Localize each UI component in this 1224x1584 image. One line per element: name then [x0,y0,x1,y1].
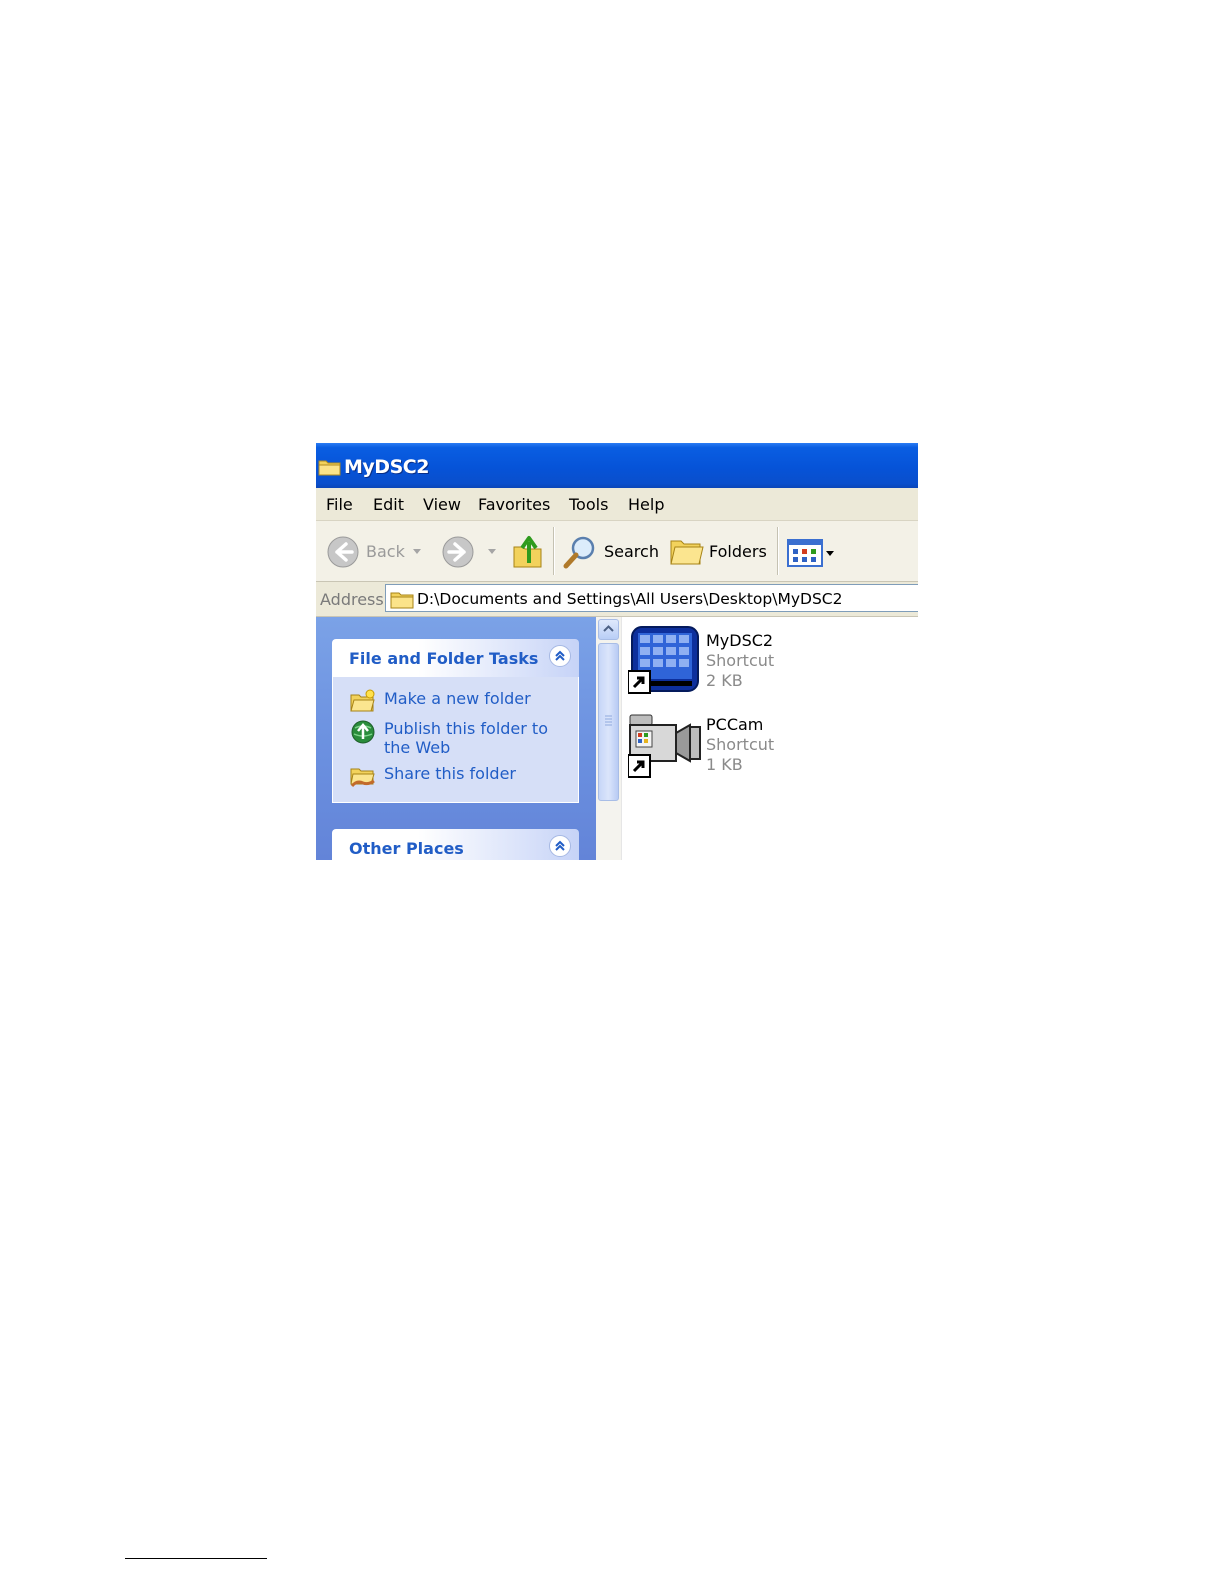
search-label[interactable]: Search [604,542,659,561]
back-dropdown-icon[interactable] [413,549,421,555]
file-size: 2 KB [706,671,743,690]
address-folder-icon [390,590,414,613]
other-places-title: Other Places [349,839,464,858]
folder-icon [318,457,342,481]
footnote-divider [125,1558,267,1559]
menu-view[interactable]: View [423,495,461,514]
forward-button[interactable] [441,535,475,573]
views-grid-icon [787,539,834,567]
scroll-up-button[interactable] [598,619,619,640]
address-input[interactable]: D:\Documents and Settings\All Users\Desk… [385,584,918,612]
file-item-mydsc2[interactable]: MyDSC2 Shortcut 2 KB [627,625,908,699]
vertical-scrollbar[interactable] [596,617,621,860]
task-label: Share this folder [384,764,516,783]
up-folder-icon [513,536,542,568]
folders-icon [670,540,704,565]
file-folder-tasks-header[interactable]: File and Folder Tasks [332,639,579,677]
collapse-chevron-icon[interactable] [549,835,571,857]
search-button[interactable] [562,534,598,574]
window-title: MyDSC2 [344,456,429,478]
forward-arrow-icon [442,536,474,568]
file-type: Shortcut [706,735,775,754]
address-value: D:\Documents and Settings\All Users\Desk… [417,590,843,608]
address-bar: Address D:\Documents and Settings\All Us… [316,582,918,617]
file-list: MyDSC2 Shortcut 2 KB PCCam Shortcut 1 KB [621,617,918,860]
menu-tools[interactable]: Tools [569,495,608,514]
camera-shortcut-icon [627,709,702,783]
address-label: Address [320,590,384,609]
chevron-up-icon [603,625,614,632]
back-label: Back [366,542,405,561]
other-places-header[interactable]: Other Places [332,829,579,860]
up-folder-button[interactable] [512,533,544,573]
task-label: Publish this folder to the Web [384,719,548,757]
menu-favorites[interactable]: Favorites [478,495,550,514]
search-icon [563,536,595,569]
folders-label[interactable]: Folders [709,542,767,561]
menu-file[interactable]: File [326,495,353,514]
file-type: Shortcut [706,651,775,670]
file-item-pccam[interactable]: PCCam Shortcut 1 KB [627,709,908,783]
title-bar[interactable]: MyDSC2 [316,443,918,488]
back-button[interactable] [326,535,360,573]
collapse-chevron-icon[interactable] [549,645,571,667]
menu-help[interactable]: Help [628,495,664,514]
file-size: 1 KB [706,755,743,774]
file-name: PCCam [706,715,764,734]
app-grid-shortcut-icon [627,625,702,699]
scroll-thumb[interactable] [598,643,619,801]
folders-button[interactable] [669,535,705,571]
menu-bar: File Edit View Favorites Tools Help [316,488,918,521]
task-pane: File and Folder Tasks Make a new folder [316,617,596,860]
forward-dropdown-icon[interactable] [488,549,496,555]
grip-icon [605,715,612,726]
explorer-window: MyDSC2 File Edit View Favorites Tools He… [316,443,918,860]
file-folder-tasks-body: Make a new folder Publish this folder to… [332,677,579,803]
share-folder-icon [350,764,376,792]
back-arrow-icon [327,536,359,568]
views-button[interactable] [787,539,837,571]
task-label: Make a new folder [384,689,531,708]
menu-edit[interactable]: Edit [373,495,404,514]
toolbar: Back Search Folders [316,521,918,582]
file-folder-tasks-title: File and Folder Tasks [349,649,539,668]
file-name: MyDSC2 [706,631,774,650]
publish-web-icon [350,719,376,749]
new-folder-icon [350,689,376,717]
